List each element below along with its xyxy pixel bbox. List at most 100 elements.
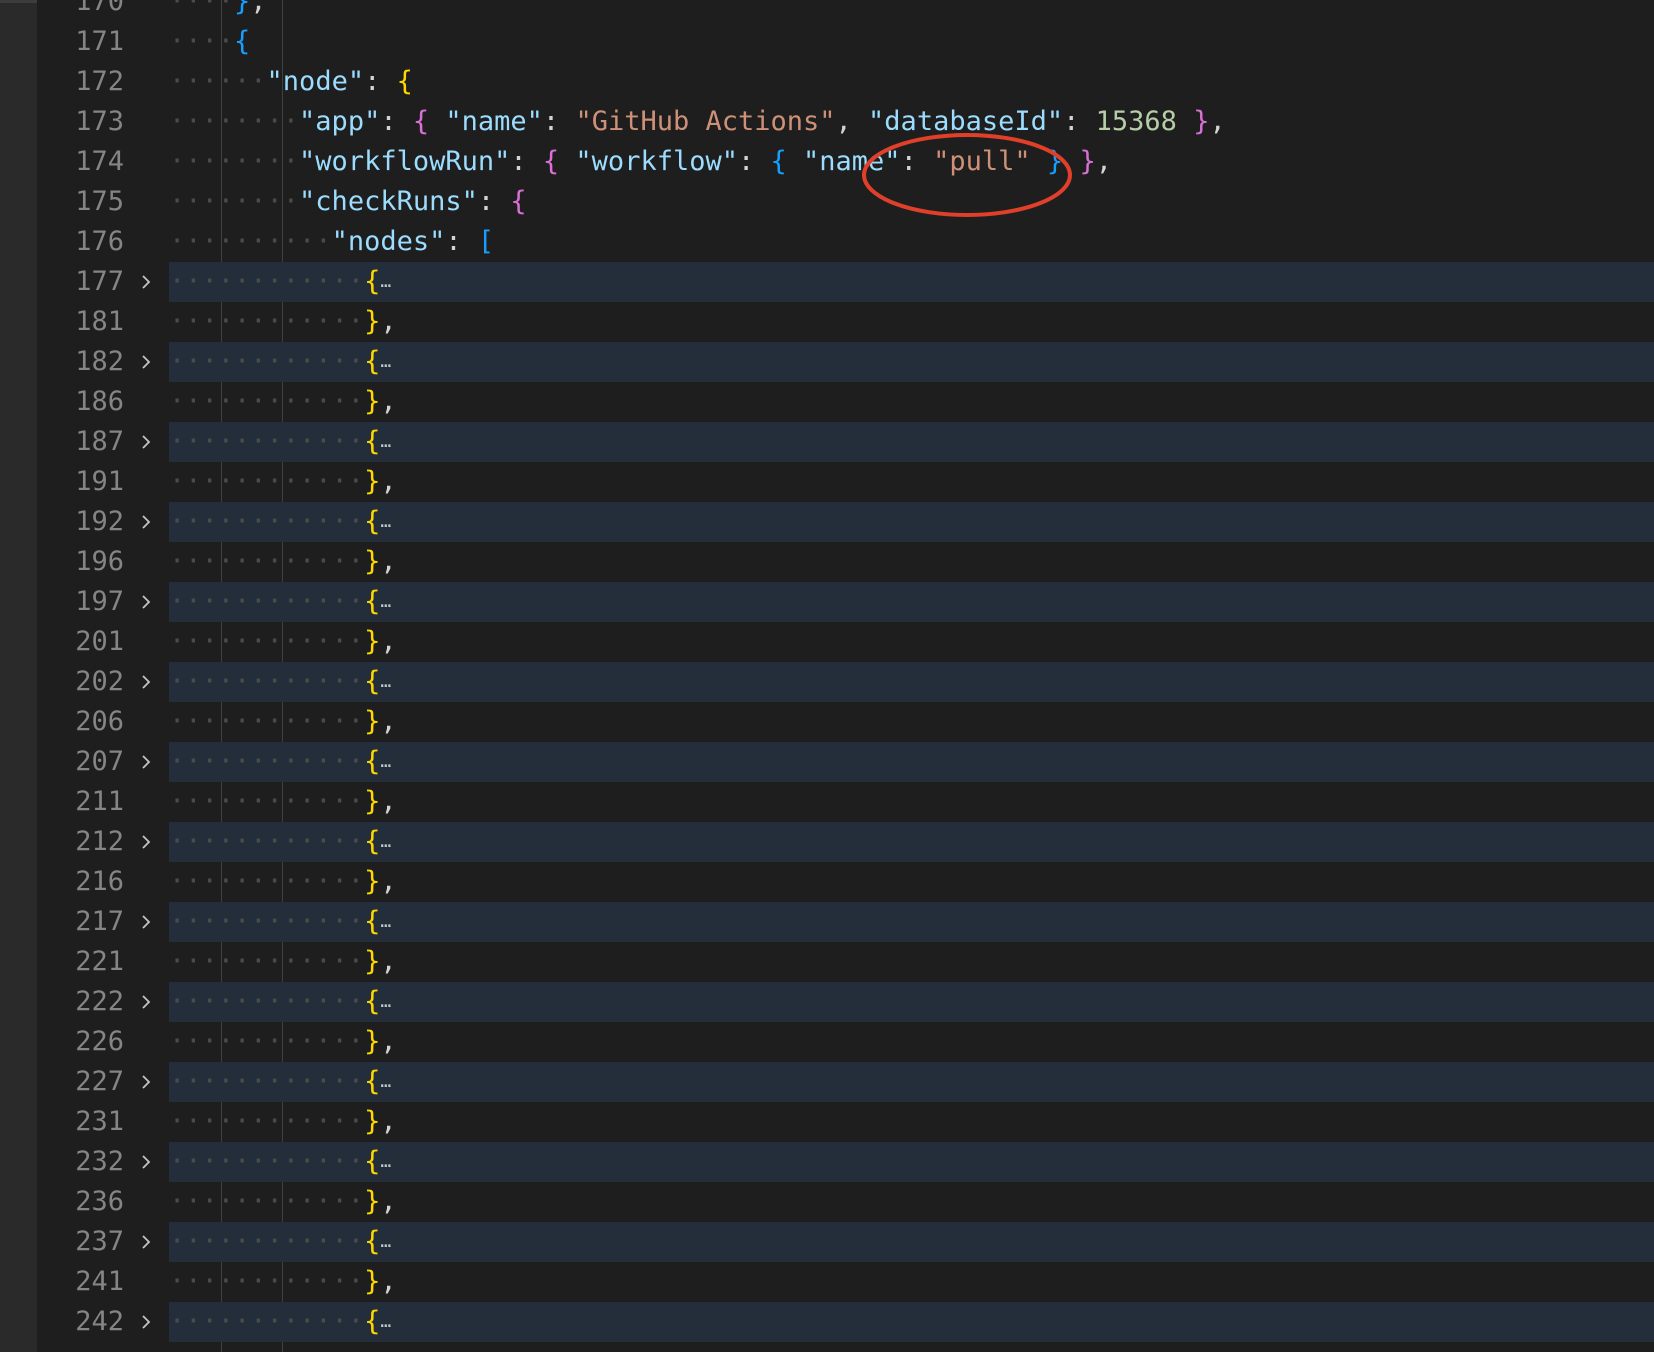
code-token: "workflow" [575, 146, 738, 177]
whitespace-dots: ············ [169, 706, 365, 737]
code-token: } [364, 306, 381, 337]
line-number: 206 [75, 706, 124, 737]
code-area[interactable]: ····}, ····{······"node": {········"app":… [169, 0, 1654, 1352]
gutter-row: 181 [37, 302, 169, 342]
code-line[interactable]: ············}, [169, 782, 1654, 822]
code-token: { [364, 986, 381, 1017]
code-token: … [380, 511, 392, 532]
folded-code-line[interactable]: ············{… [169, 502, 1654, 542]
gutter-row: 242 [37, 1302, 169, 1342]
folded-code-line[interactable]: ············{… [169, 342, 1654, 382]
folded-code-line[interactable]: ············{… [169, 582, 1654, 622]
chevron-right-icon[interactable] [137, 662, 157, 702]
code-token: … [380, 831, 392, 852]
code-token: } [364, 1106, 381, 1137]
code-token: { [364, 746, 381, 777]
chevron-right-icon[interactable] [137, 742, 157, 782]
code-line[interactable]: ········"workflowRun": { "workflow": { "… [169, 142, 1654, 182]
code-token: { [364, 346, 381, 377]
gutter-row: 227 [37, 1062, 169, 1102]
folded-code-line[interactable]: ············{… [169, 1142, 1654, 1182]
chevron-right-icon[interactable] [137, 902, 157, 942]
scroll-tab [0, 0, 37, 3]
whitespace-dots: ········ [169, 186, 300, 217]
line-number: 201 [75, 626, 124, 657]
code-token: { [364, 1226, 381, 1257]
code-token: { [364, 1146, 381, 1177]
line-number: 222 [75, 986, 124, 1017]
line-number: 241 [75, 1266, 124, 1297]
code-line[interactable]: ············}, [169, 302, 1654, 342]
gutter-row: 177 [37, 262, 169, 302]
folded-code-line[interactable]: ············{… [169, 982, 1654, 1022]
code-token: … [380, 431, 392, 452]
whitespace-dots: ············ [169, 946, 365, 977]
code-line[interactable]: ············}, [169, 702, 1654, 742]
code-line[interactable]: ······"node": { [169, 62, 1654, 102]
code-editor[interactable]: 170 171 172 173 174 175 176 177 181 182 186 187 191 1… [0, 0, 1654, 1352]
code-line[interactable]: ············}, [169, 1022, 1654, 1062]
line-number: 207 [75, 746, 124, 777]
code-line[interactable]: ········"checkRuns": { [169, 182, 1654, 222]
line-number: 192 [75, 506, 124, 537]
code-token: , [380, 546, 397, 577]
folded-code-line[interactable]: ············{… [169, 662, 1654, 702]
code-line[interactable]: ············}, [169, 542, 1654, 582]
code-token: : [510, 146, 543, 177]
chevron-right-icon[interactable] [137, 342, 157, 382]
code-token: : [445, 226, 478, 257]
chevron-right-icon[interactable] [137, 582, 157, 622]
gutter-row: 226 [37, 1022, 169, 1062]
code-token: … [380, 1151, 392, 1172]
whitespace-dots: ············ [169, 1306, 365, 1337]
chevron-right-icon[interactable] [137, 1222, 157, 1262]
code-token: } [364, 1026, 381, 1057]
code-line[interactable]: ············}, [169, 1182, 1654, 1222]
code-line[interactable]: ····{ [169, 22, 1654, 62]
chevron-right-icon[interactable] [137, 422, 157, 462]
folded-code-line[interactable]: ············{… [169, 822, 1654, 862]
line-number: 170 [75, 0, 124, 17]
whitespace-dots: ············ [169, 346, 365, 377]
code-token: 15368 [1095, 106, 1177, 137]
code-token: , [380, 306, 397, 337]
code-line[interactable]: ··········"nodes": [ [169, 222, 1654, 262]
code-token: , [380, 1266, 397, 1297]
code-line[interactable]: ········"app": { "name": "GitHub Actions… [169, 102, 1654, 142]
code-line[interactable]: ············}, [169, 942, 1654, 982]
line-number: 187 [75, 426, 124, 457]
chevron-right-icon[interactable] [137, 502, 157, 542]
code-token: , [1095, 146, 1112, 177]
code-line[interactable]: ····}, [169, 0, 1654, 22]
chevron-right-icon[interactable] [137, 262, 157, 302]
chevron-right-icon[interactable] [137, 822, 157, 862]
folded-code-line[interactable]: ············{… [169, 1062, 1654, 1102]
folded-code-line[interactable]: ············{… [169, 1302, 1654, 1342]
code-token: : [380, 106, 413, 137]
whitespace-dots: ············ [169, 1066, 365, 1097]
code-line[interactable]: ············}, [169, 462, 1654, 502]
folded-code-line[interactable]: ············{… [169, 262, 1654, 302]
code-line[interactable]: ············}, [169, 862, 1654, 902]
whitespace-dots: ············ [169, 626, 365, 657]
folded-code-line[interactable]: ············{… [169, 422, 1654, 462]
chevron-right-icon[interactable] [137, 1062, 157, 1102]
chevron-right-icon[interactable] [137, 1142, 157, 1182]
gutter-row: 211 [37, 782, 169, 822]
code-line[interactable]: ············}, [169, 622, 1654, 662]
gutter-row: 237 [37, 1222, 169, 1262]
code-token: "app" [299, 106, 381, 137]
chevron-right-icon[interactable] [137, 982, 157, 1022]
code-line[interactable]: ············}, [169, 382, 1654, 422]
line-number: 237 [75, 1226, 124, 1257]
code-line[interactable]: ············}, [169, 1262, 1654, 1302]
folded-code-line[interactable]: ············{… [169, 742, 1654, 782]
gutter-row: 236 [37, 1182, 169, 1222]
folded-code-line[interactable]: ············{… [169, 1222, 1654, 1262]
chevron-right-icon[interactable] [137, 1302, 157, 1342]
code-token: : [900, 146, 934, 177]
folded-code-line[interactable]: ············{… [169, 902, 1654, 942]
code-line[interactable]: ············}, [169, 1102, 1654, 1142]
